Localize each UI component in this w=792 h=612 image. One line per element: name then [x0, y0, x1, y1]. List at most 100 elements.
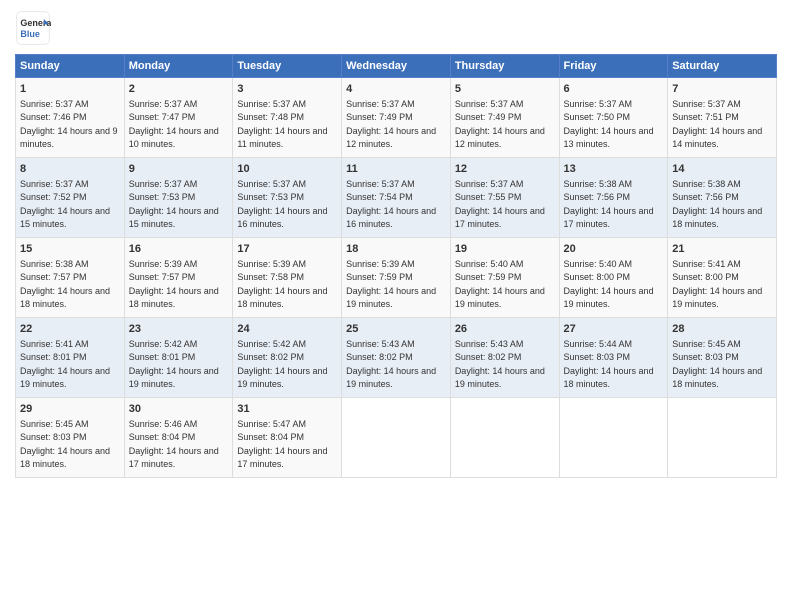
- day-number: 29: [20, 402, 120, 417]
- day-number: 31: [237, 402, 337, 417]
- day-number: 20: [564, 242, 664, 257]
- calendar-cell: 5 Sunrise: 5:37 AMSunset: 7:49 PMDayligh…: [450, 78, 559, 158]
- day-info: Sunrise: 5:46 AMSunset: 8:04 PMDaylight:…: [129, 419, 219, 470]
- calendar-cell: 14 Sunrise: 5:38 AMSunset: 7:56 PMDaylig…: [668, 158, 777, 238]
- calendar-cell: 19 Sunrise: 5:40 AMSunset: 7:59 PMDaylig…: [450, 238, 559, 318]
- day-info: Sunrise: 5:37 AMSunset: 7:49 PMDaylight:…: [346, 99, 436, 150]
- day-info: Sunrise: 5:38 AMSunset: 7:56 PMDaylight:…: [672, 179, 762, 230]
- calendar-cell: 7 Sunrise: 5:37 AMSunset: 7:51 PMDayligh…: [668, 78, 777, 158]
- day-number: 10: [237, 162, 337, 177]
- calendar-week-row: 22 Sunrise: 5:41 AMSunset: 8:01 PMDaylig…: [16, 318, 777, 398]
- calendar-cell: [450, 398, 559, 478]
- day-number: 30: [129, 402, 229, 417]
- calendar-cell: 4 Sunrise: 5:37 AMSunset: 7:49 PMDayligh…: [342, 78, 451, 158]
- column-header-tuesday: Tuesday: [233, 55, 342, 78]
- day-info: Sunrise: 5:42 AMSunset: 8:02 PMDaylight:…: [237, 339, 327, 390]
- day-number: 15: [20, 242, 120, 257]
- day-info: Sunrise: 5:39 AMSunset: 7:59 PMDaylight:…: [346, 259, 436, 310]
- calendar-cell: 24 Sunrise: 5:42 AMSunset: 8:02 PMDaylig…: [233, 318, 342, 398]
- column-header-friday: Friday: [559, 55, 668, 78]
- day-info: Sunrise: 5:37 AMSunset: 7:49 PMDaylight:…: [455, 99, 545, 150]
- day-info: Sunrise: 5:38 AMSunset: 7:56 PMDaylight:…: [564, 179, 654, 230]
- day-number: 1: [20, 82, 120, 97]
- day-info: Sunrise: 5:39 AMSunset: 7:58 PMDaylight:…: [237, 259, 327, 310]
- svg-text:Blue: Blue: [20, 29, 40, 39]
- day-number: 13: [564, 162, 664, 177]
- day-number: 2: [129, 82, 229, 97]
- column-header-sunday: Sunday: [16, 55, 125, 78]
- calendar-cell: [668, 398, 777, 478]
- day-number: 19: [455, 242, 555, 257]
- day-number: 8: [20, 162, 120, 177]
- day-number: 6: [564, 82, 664, 97]
- day-number: 28: [672, 322, 772, 337]
- column-header-monday: Monday: [124, 55, 233, 78]
- calendar-cell: 8 Sunrise: 5:37 AMSunset: 7:52 PMDayligh…: [16, 158, 125, 238]
- calendar-cell: [559, 398, 668, 478]
- day-info: Sunrise: 5:37 AMSunset: 7:53 PMDaylight:…: [129, 179, 219, 230]
- calendar-week-row: 1 Sunrise: 5:37 AMSunset: 7:46 PMDayligh…: [16, 78, 777, 158]
- day-number: 25: [346, 322, 446, 337]
- calendar-week-row: 29 Sunrise: 5:45 AMSunset: 8:03 PMDaylig…: [16, 398, 777, 478]
- day-number: 4: [346, 82, 446, 97]
- column-header-wednesday: Wednesday: [342, 55, 451, 78]
- day-info: Sunrise: 5:43 AMSunset: 8:02 PMDaylight:…: [346, 339, 436, 390]
- day-info: Sunrise: 5:38 AMSunset: 7:57 PMDaylight:…: [20, 259, 110, 310]
- calendar-cell: 30 Sunrise: 5:46 AMSunset: 8:04 PMDaylig…: [124, 398, 233, 478]
- day-number: 7: [672, 82, 772, 97]
- day-number: 16: [129, 242, 229, 257]
- calendar-cell: 9 Sunrise: 5:37 AMSunset: 7:53 PMDayligh…: [124, 158, 233, 238]
- day-number: 23: [129, 322, 229, 337]
- day-number: 11: [346, 162, 446, 177]
- calendar-cell: 11 Sunrise: 5:37 AMSunset: 7:54 PMDaylig…: [342, 158, 451, 238]
- day-info: Sunrise: 5:45 AMSunset: 8:03 PMDaylight:…: [20, 419, 110, 470]
- day-info: Sunrise: 5:40 AMSunset: 7:59 PMDaylight:…: [455, 259, 545, 310]
- day-info: Sunrise: 5:45 AMSunset: 8:03 PMDaylight:…: [672, 339, 762, 390]
- day-info: Sunrise: 5:42 AMSunset: 8:01 PMDaylight:…: [129, 339, 219, 390]
- day-info: Sunrise: 5:37 AMSunset: 7:46 PMDaylight:…: [20, 99, 118, 150]
- calendar-cell: 13 Sunrise: 5:38 AMSunset: 7:56 PMDaylig…: [559, 158, 668, 238]
- day-number: 21: [672, 242, 772, 257]
- calendar-page: General Blue SundayMondayTuesdayWednesda…: [0, 0, 792, 612]
- calendar-header-row: SundayMondayTuesdayWednesdayThursdayFrid…: [16, 55, 777, 78]
- logo: General Blue: [15, 10, 51, 46]
- day-info: Sunrise: 5:37 AMSunset: 7:48 PMDaylight:…: [237, 99, 327, 150]
- calendar-cell: 28 Sunrise: 5:45 AMSunset: 8:03 PMDaylig…: [668, 318, 777, 398]
- day-number: 26: [455, 322, 555, 337]
- calendar-table: SundayMondayTuesdayWednesdayThursdayFrid…: [15, 54, 777, 478]
- calendar-cell: 6 Sunrise: 5:37 AMSunset: 7:50 PMDayligh…: [559, 78, 668, 158]
- calendar-cell: 27 Sunrise: 5:44 AMSunset: 8:03 PMDaylig…: [559, 318, 668, 398]
- day-info: Sunrise: 5:41 AMSunset: 8:00 PMDaylight:…: [672, 259, 762, 310]
- calendar-cell: 18 Sunrise: 5:39 AMSunset: 7:59 PMDaylig…: [342, 238, 451, 318]
- calendar-cell: 25 Sunrise: 5:43 AMSunset: 8:02 PMDaylig…: [342, 318, 451, 398]
- calendar-cell: 16 Sunrise: 5:39 AMSunset: 7:57 PMDaylig…: [124, 238, 233, 318]
- day-info: Sunrise: 5:37 AMSunset: 7:47 PMDaylight:…: [129, 99, 219, 150]
- day-info: Sunrise: 5:37 AMSunset: 7:55 PMDaylight:…: [455, 179, 545, 230]
- day-number: 5: [455, 82, 555, 97]
- day-info: Sunrise: 5:37 AMSunset: 7:54 PMDaylight:…: [346, 179, 436, 230]
- calendar-cell: 3 Sunrise: 5:37 AMSunset: 7:48 PMDayligh…: [233, 78, 342, 158]
- day-info: Sunrise: 5:39 AMSunset: 7:57 PMDaylight:…: [129, 259, 219, 310]
- calendar-cell: 2 Sunrise: 5:37 AMSunset: 7:47 PMDayligh…: [124, 78, 233, 158]
- day-info: Sunrise: 5:43 AMSunset: 8:02 PMDaylight:…: [455, 339, 545, 390]
- day-number: 22: [20, 322, 120, 337]
- column-header-thursday: Thursday: [450, 55, 559, 78]
- column-header-saturday: Saturday: [668, 55, 777, 78]
- calendar-cell: 1 Sunrise: 5:37 AMSunset: 7:46 PMDayligh…: [16, 78, 125, 158]
- calendar-cell: [342, 398, 451, 478]
- day-number: 3: [237, 82, 337, 97]
- calendar-cell: 23 Sunrise: 5:42 AMSunset: 8:01 PMDaylig…: [124, 318, 233, 398]
- day-info: Sunrise: 5:44 AMSunset: 8:03 PMDaylight:…: [564, 339, 654, 390]
- calendar-cell: 17 Sunrise: 5:39 AMSunset: 7:58 PMDaylig…: [233, 238, 342, 318]
- day-info: Sunrise: 5:37 AMSunset: 7:51 PMDaylight:…: [672, 99, 762, 150]
- day-info: Sunrise: 5:37 AMSunset: 7:52 PMDaylight:…: [20, 179, 110, 230]
- day-info: Sunrise: 5:37 AMSunset: 7:50 PMDaylight:…: [564, 99, 654, 150]
- day-info: Sunrise: 5:37 AMSunset: 7:53 PMDaylight:…: [237, 179, 327, 230]
- day-number: 14: [672, 162, 772, 177]
- calendar-cell: 29 Sunrise: 5:45 AMSunset: 8:03 PMDaylig…: [16, 398, 125, 478]
- calendar-cell: 22 Sunrise: 5:41 AMSunset: 8:01 PMDaylig…: [16, 318, 125, 398]
- calendar-cell: 31 Sunrise: 5:47 AMSunset: 8:04 PMDaylig…: [233, 398, 342, 478]
- day-number: 17: [237, 242, 337, 257]
- day-number: 12: [455, 162, 555, 177]
- day-info: Sunrise: 5:47 AMSunset: 8:04 PMDaylight:…: [237, 419, 327, 470]
